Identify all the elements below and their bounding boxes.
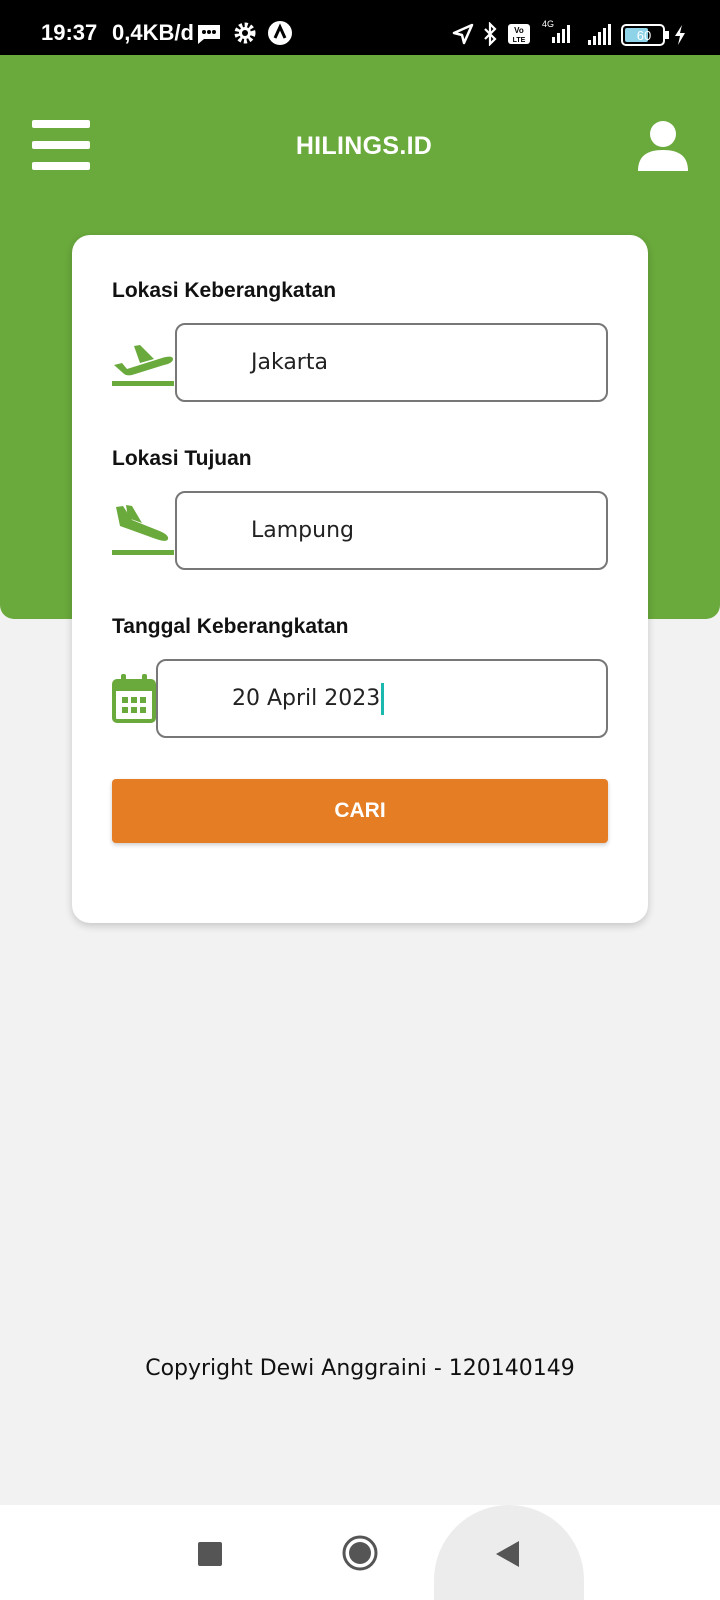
status-bar: 19:37 0,4KB/d Vo LTE 4G 60: [0, 0, 720, 55]
battery-icon: 60: [621, 24, 669, 46]
search-button[interactable]: CARI: [112, 779, 608, 843]
destination-label: Lokasi Tujuan: [112, 447, 252, 470]
message-icon: [198, 25, 220, 44]
search-card: Lokasi Keberangkatan Jakarta Lokasi Tuju…: [72, 235, 648, 923]
user-icon[interactable]: [637, 120, 689, 172]
copyright-text: Copyright Dewi Anggraini - 120140149: [145, 1356, 575, 1381]
battery-level: 60: [637, 28, 651, 43]
bluetooth-icon: [484, 22, 497, 46]
home-icon[interactable]: [341, 1534, 379, 1572]
signal-4g-icon: 4G: [542, 19, 570, 43]
status-time: 19:37: [41, 20, 98, 45]
system-nav-bar: [0, 1505, 720, 1600]
status-network-speed: 0,4KB/d: [112, 20, 194, 45]
date-label: Tanggal Keberangkatan: [112, 615, 349, 638]
charging-icon: [675, 25, 685, 45]
destination-input[interactable]: Lampung: [175, 491, 608, 570]
recent-apps-icon[interactable]: [197, 1541, 223, 1567]
signal-icon: [588, 24, 611, 45]
calendar-icon: [112, 674, 156, 723]
volte-icon: Vo LTE: [508, 24, 530, 44]
back-icon[interactable]: [493, 1539, 521, 1569]
app-notification-icon: [268, 21, 292, 45]
settings-icon: [234, 22, 256, 44]
network-type-label: 4G: [542, 19, 554, 29]
location-icon: [452, 23, 474, 45]
flight-land-icon: [112, 505, 174, 555]
text-cursor: [381, 683, 385, 715]
date-value: 20 April 2023: [232, 686, 381, 711]
departure-label: Lokasi Keberangkatan: [112, 279, 337, 302]
flight-takeoff-icon: [112, 345, 174, 386]
svg-text:LTE: LTE: [513, 37, 526, 44]
svg-text:Vo: Vo: [514, 26, 524, 35]
departure-value: Jakarta: [251, 350, 328, 375]
app-title: HILINGS.ID: [295, 132, 433, 160]
departure-input[interactable]: Jakarta: [175, 323, 608, 402]
destination-value: Lampung: [251, 518, 354, 543]
date-input[interactable]: 20 April 2023: [156, 659, 608, 738]
